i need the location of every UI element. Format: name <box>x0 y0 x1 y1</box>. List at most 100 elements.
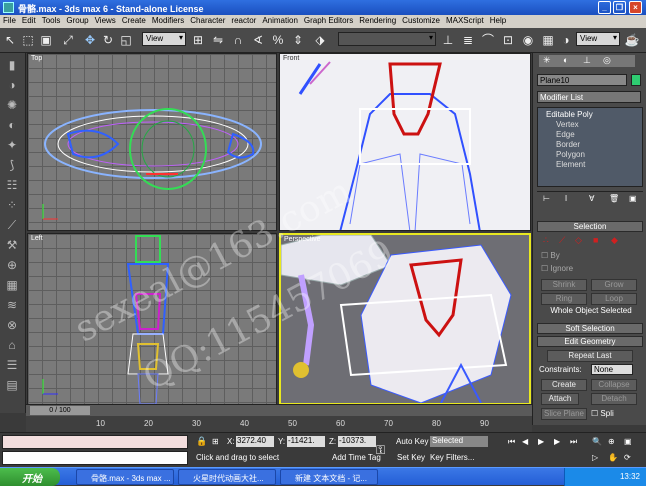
cameras-icon[interactable]: ◐ <box>4 117 20 133</box>
create-tab-icon[interactable]: ✳ <box>543 55 551 66</box>
menu-graph-editors[interactable]: Graph Editors <box>301 15 356 25</box>
loop-button[interactable]: Loop <box>591 293 637 305</box>
viewport-label-top[interactable]: Top <box>31 55 42 62</box>
material-editor-icon[interactable]: ◉ <box>520 31 536 49</box>
key-icon[interactable]: ⚿ <box>376 443 385 458</box>
remove-modifier-icon[interactable]: 🗑 <box>609 194 619 203</box>
hierarchy-tab-icon[interactable]: ⊥ <box>583 55 591 66</box>
select-move-icon[interactable]: ⤢ <box>60 31 76 49</box>
menu-file[interactable]: File <box>0 15 19 25</box>
reference-coord-select[interactable]: View <box>142 32 186 46</box>
show-end-result-icon[interactable]: ǀ <box>565 194 567 203</box>
quick-render-icon[interactable]: ☕ <box>624 31 640 49</box>
maxscript-listener[interactable] <box>2 435 188 449</box>
viewport-label-front[interactable]: Front <box>283 55 299 62</box>
pin-stack-icon[interactable]: ⊢ <box>543 194 550 203</box>
shrink-button[interactable]: Shrink <box>541 279 587 291</box>
object-color-swatch[interactable] <box>631 74 641 86</box>
viewport-perspective[interactable]: Perspective <box>279 233 531 405</box>
clock[interactable]: 13:32 <box>620 472 640 481</box>
polygon-mode-icon[interactable]: ■ <box>593 235 598 245</box>
viewport-left[interactable]: Left <box>27 233 277 405</box>
modify-tab-icon[interactable]: ◐ <box>563 55 568 65</box>
by-vertex-checkbox[interactable]: ☐ By <box>541 251 560 260</box>
mirror-icon[interactable]: ⇋ <box>210 31 226 49</box>
edge-mode-icon[interactable]: ⟋ <box>559 235 565 246</box>
x-field[interactable]: 3272.40 <box>236 436 274 447</box>
viewport-label-perspective[interactable]: Perspective <box>284 236 321 243</box>
stack-item-editable-poly[interactable]: Editable Poly <box>538 108 642 119</box>
stack-item-element[interactable]: Element <box>538 159 642 169</box>
field-of-view-icon[interactable]: ▷ <box>592 453 598 462</box>
dynamics-icon[interactable]: ⊗ <box>4 317 20 333</box>
vertex-mode-icon[interactable]: ∴ <box>543 235 549 246</box>
key-filters-button[interactable]: Key Filters... <box>430 453 474 462</box>
doors-icon[interactable]: ⌂ <box>4 337 20 353</box>
stairs-icon[interactable]: ☰ <box>4 357 20 373</box>
constraints-select[interactable]: None <box>591 364 633 375</box>
curve-editor-icon[interactable]: ⌒ <box>480 31 496 49</box>
helpers-icon[interactable]: ✦ <box>4 137 20 153</box>
zoom-all-icon[interactable]: ⊕ <box>608 437 615 446</box>
wrench-icon[interactable]: ⚒ <box>4 237 20 253</box>
configure-sets-icon[interactable]: ▣ <box>629 194 637 203</box>
previous-frame-icon[interactable]: ◀ <box>522 437 528 446</box>
task-browser[interactable]: 火星时代动画大社... <box>178 469 276 485</box>
named-selection-set[interactable] <box>338 32 436 46</box>
rotate-icon[interactable]: ↻ <box>100 31 116 49</box>
minimize-button[interactable]: _ <box>598 1 611 14</box>
task-3dsmax[interactable]: 骨骼.max - 3ds max ... <box>76 469 174 485</box>
spacewarps-icon[interactable]: ⟆ <box>4 157 20 173</box>
render-scene-icon[interactable]: ◑ <box>558 31 574 49</box>
percent-snap-icon[interactable]: % <box>270 31 286 49</box>
angle-snap-icon[interactable]: ∢ <box>250 31 266 49</box>
systems-icon[interactable]: ☷ <box>4 177 20 193</box>
viewport-top[interactable]: Top <box>27 53 277 231</box>
next-frame-icon[interactable]: ▶ <box>554 437 560 446</box>
viewport-front[interactable]: Front <box>279 53 531 231</box>
set-key-button[interactable]: Set Key <box>397 453 425 462</box>
z-field[interactable]: -10373. <box>338 436 376 447</box>
named-selection-icon[interactable]: ⬗ <box>312 31 328 49</box>
viewport-label-left[interactable]: Left <box>31 235 43 242</box>
border-mode-icon[interactable]: ◇ <box>575 235 582 246</box>
soft-selection-rollout[interactable]: Soft Selection <box>537 323 643 334</box>
schematic-icon[interactable]: ⊡ <box>500 31 516 49</box>
menu-character[interactable]: Character <box>187 15 228 25</box>
close-button[interactable]: × <box>629 1 642 14</box>
detach-button[interactable]: Detach <box>591 393 637 405</box>
pan-icon[interactable]: ✋ <box>608 453 618 462</box>
lock-icon[interactable]: 🔒 <box>196 436 207 447</box>
track-bar[interactable]: 10 20 30 40 50 60 70 80 90 <box>26 416 532 432</box>
scale-icon[interactable]: ◱ <box>118 31 134 49</box>
zoom-icon[interactable]: 🔍 <box>592 437 602 446</box>
menu-tools[interactable]: Tools <box>39 15 64 25</box>
start-button[interactable]: 开始 <box>0 468 60 486</box>
task-notepad[interactable]: 新建 文本文档 - 记... <box>280 469 378 485</box>
modifier-list-select[interactable]: Modifier List <box>537 91 641 103</box>
zoom-extents-icon[interactable]: ▣ <box>624 437 632 446</box>
collapse-button[interactable]: Collapse <box>591 379 637 391</box>
menu-edit[interactable]: Edit <box>19 15 39 25</box>
geometry-icon[interactable]: ▮ <box>4 57 20 73</box>
attach-button[interactable]: Attach <box>541 393 579 405</box>
menu-group[interactable]: Group <box>63 15 91 25</box>
bone-icon[interactable]: ⟋ <box>4 217 20 233</box>
go-to-end-icon[interactable]: ⏭ <box>570 437 577 447</box>
menu-views[interactable]: Views <box>92 15 119 25</box>
stack-item-vertex[interactable]: Vertex <box>538 119 642 129</box>
select-by-name-icon[interactable]: ⬚ <box>20 31 36 49</box>
walls-icon[interactable]: ▤ <box>4 377 20 393</box>
repeat-last-button[interactable]: Repeat Last <box>547 350 633 362</box>
play-icon[interactable]: ▶ <box>538 437 544 446</box>
pivot-icon[interactable]: ⊞ <box>190 31 206 49</box>
time-slider[interactable]: 0 / 100 <box>26 404 532 416</box>
compound-icon[interactable]: ⊕ <box>4 257 20 273</box>
restore-button[interactable]: ❐ <box>613 1 626 14</box>
stack-item-border[interactable]: Border <box>538 139 642 149</box>
absolute-mode-icon[interactable]: ⊞ <box>212 437 219 446</box>
region-select-icon[interactable]: ▣ <box>38 31 54 49</box>
stack-item-edge[interactable]: Edge <box>538 129 642 139</box>
menu-create[interactable]: Create <box>119 15 149 25</box>
grow-button[interactable]: Grow <box>591 279 637 291</box>
